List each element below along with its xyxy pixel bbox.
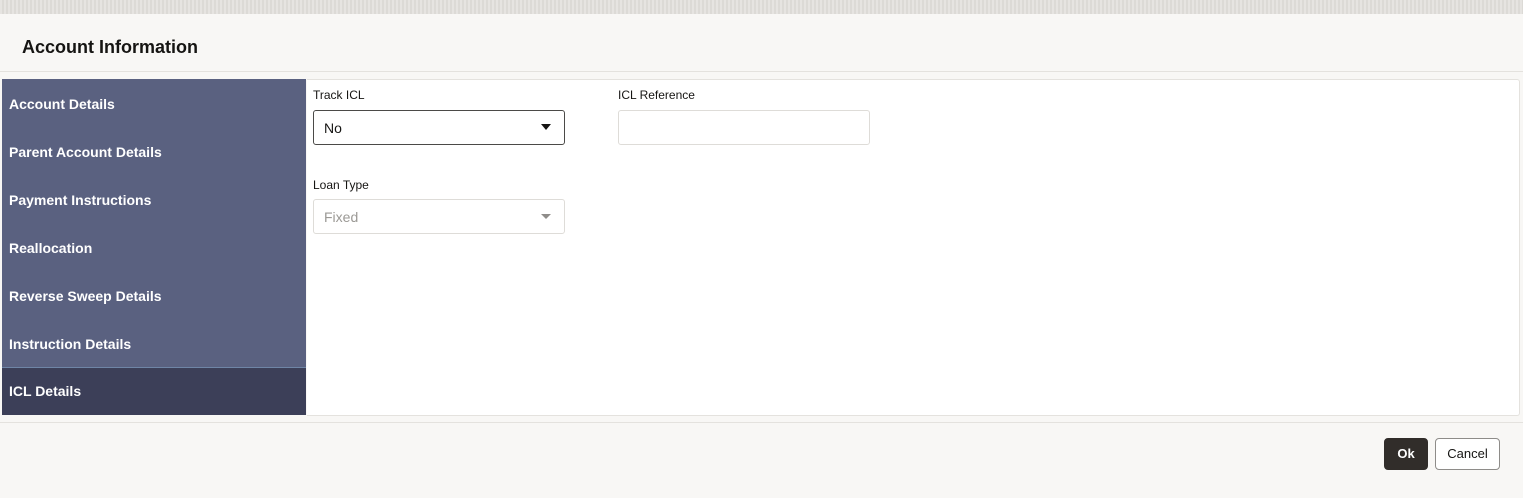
cancel-button[interactable]: Cancel — [1435, 438, 1500, 470]
loan-type-label: Loan Type — [313, 178, 369, 192]
sidebar-item-parent-account-details[interactable]: Parent Account Details — [2, 127, 306, 175]
dialog-footer: Ok Cancel — [0, 422, 1523, 498]
sidebar-item-reallocation[interactable]: Reallocation — [2, 223, 306, 271]
icl-reference-label: ICL Reference — [618, 88, 695, 102]
track-icl-select[interactable]: No — [313, 110, 565, 145]
sidebar-item-account-details[interactable]: Account Details — [2, 79, 306, 127]
top-background-strip — [0, 0, 1523, 14]
track-icl-value: No — [324, 120, 342, 136]
sidebar-item-reverse-sweep-details[interactable]: Reverse Sweep Details — [2, 271, 306, 319]
sidebar-nav: Account Details Parent Account Details P… — [2, 79, 306, 415]
chevron-down-icon — [541, 214, 551, 219]
content-panel: Track ICL No ICL Reference Loan Type Fix… — [307, 79, 1520, 416]
chevron-down-icon — [541, 124, 551, 130]
dialog-title: Account Information — [22, 37, 198, 57]
dialog-header: Account Information — [0, 14, 1523, 72]
sidebar-item-icl-details[interactable]: ICL Details — [2, 367, 306, 415]
icl-reference-input[interactable] — [618, 110, 870, 145]
sidebar-item-instruction-details[interactable]: Instruction Details — [2, 319, 306, 367]
track-icl-label: Track ICL — [313, 88, 365, 102]
sidebar-item-payment-instructions[interactable]: Payment Instructions — [2, 175, 306, 223]
loan-type-select[interactable]: Fixed — [313, 199, 565, 234]
loan-type-value: Fixed — [324, 209, 359, 225]
ok-button[interactable]: Ok — [1384, 438, 1428, 470]
